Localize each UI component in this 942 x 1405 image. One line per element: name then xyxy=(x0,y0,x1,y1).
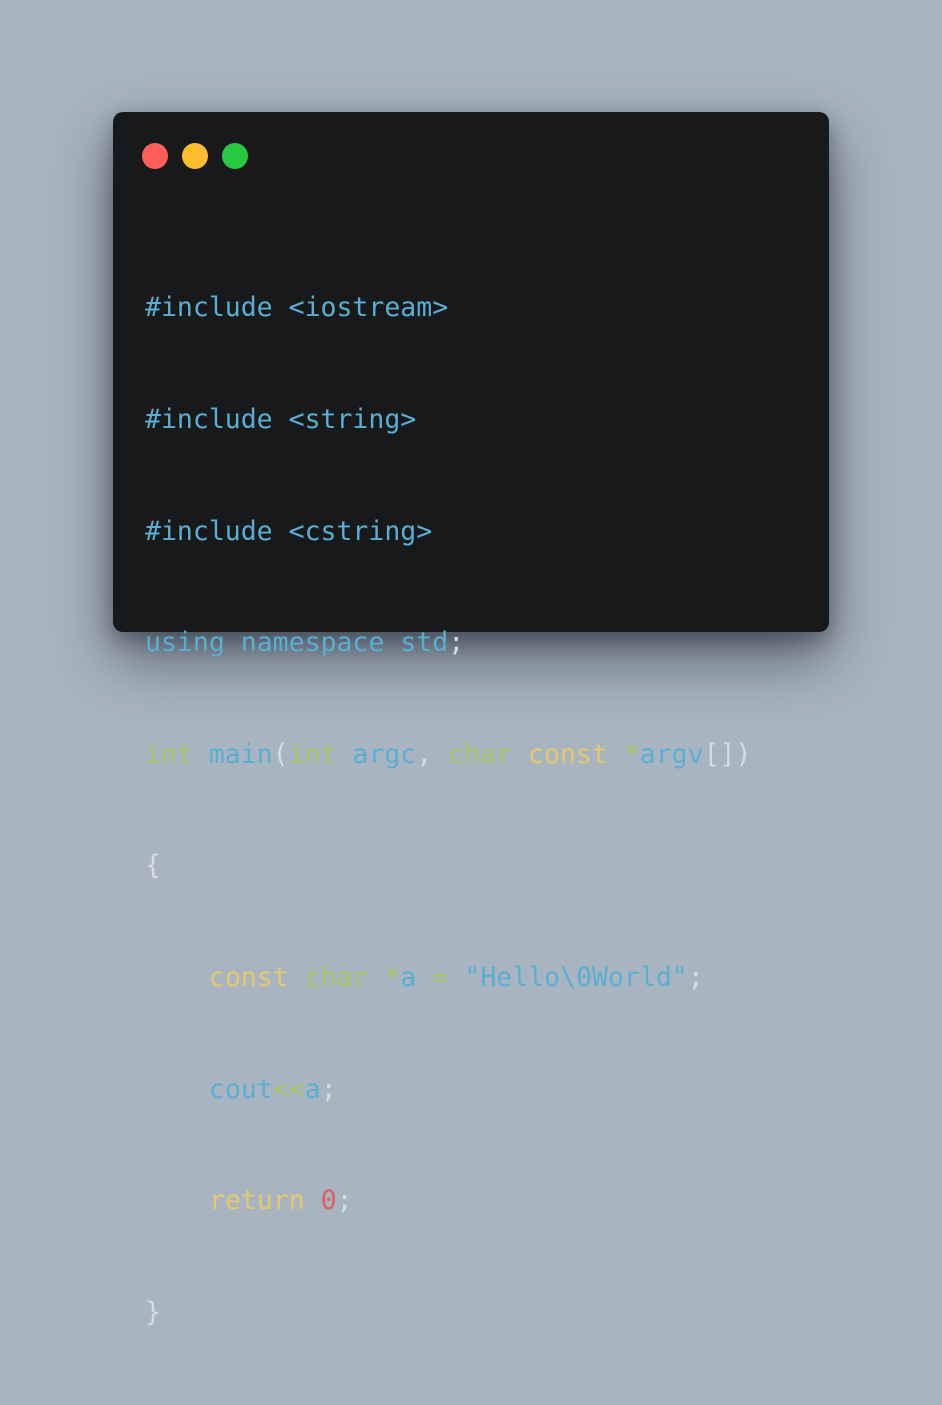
minimize-button-icon[interactable] xyxy=(182,143,208,169)
maximize-button-icon[interactable] xyxy=(222,143,248,169)
token: #include xyxy=(145,515,273,547)
code-line-2: #include <string> xyxy=(145,401,751,438)
token: <string> xyxy=(288,404,417,435)
token: 0 xyxy=(320,1185,337,1217)
token: int xyxy=(288,738,337,770)
token: a xyxy=(400,961,417,993)
token: char xyxy=(304,961,369,993)
token: cout xyxy=(209,1073,273,1105)
code-snippet-window: #include <iostream> #include <string> #i… xyxy=(113,112,829,1328)
token: std xyxy=(400,627,449,659)
token: return xyxy=(209,1185,305,1217)
token: } xyxy=(145,1296,161,1328)
window-controls xyxy=(142,143,248,169)
token: const xyxy=(209,961,289,993)
code-line-7: const char *a = "Hello\0World"; xyxy=(145,959,751,996)
token: <cstring> xyxy=(288,515,433,547)
code-line-3: #include <cstring> xyxy=(145,513,751,550)
token: argc xyxy=(352,738,417,770)
code-line-8: cout<<a; xyxy=(145,1071,751,1108)
token: char xyxy=(448,738,513,770)
code-line-10: } xyxy=(145,1294,751,1331)
code-line-4: using namespace std; xyxy=(145,624,751,661)
token: ; xyxy=(336,1185,353,1217)
token: ( xyxy=(272,738,289,770)
token: <iostream> xyxy=(288,292,449,324)
token: , xyxy=(416,738,433,770)
token: a xyxy=(304,1073,321,1105)
code-line-1: #include <iostream> xyxy=(145,289,751,326)
code-line-9: return 0; xyxy=(145,1182,751,1219)
token: ; xyxy=(448,627,465,659)
token: = xyxy=(432,961,449,993)
token: int xyxy=(145,738,193,770)
token: namespace xyxy=(240,627,385,659)
code-line-6: { xyxy=(145,847,751,884)
token: const xyxy=(528,738,608,770)
token: ; xyxy=(687,961,704,993)
token: main xyxy=(208,738,273,770)
token: #include xyxy=(145,292,273,324)
code-line-5: int main(int argc, char const *argv[]) xyxy=(145,736,751,773)
token: { xyxy=(145,850,161,882)
token: using xyxy=(145,627,225,659)
token: argv xyxy=(639,738,704,770)
token: << xyxy=(272,1073,305,1105)
token: * xyxy=(623,738,640,770)
token: #include xyxy=(145,404,273,435)
token: []) xyxy=(703,738,752,770)
close-button-icon[interactable] xyxy=(142,143,168,169)
token: * xyxy=(384,961,401,993)
token: ; xyxy=(320,1073,337,1105)
token: "Hello\0World" xyxy=(464,961,688,993)
code-block: #include <iostream> #include <string> #i… xyxy=(145,215,751,1405)
